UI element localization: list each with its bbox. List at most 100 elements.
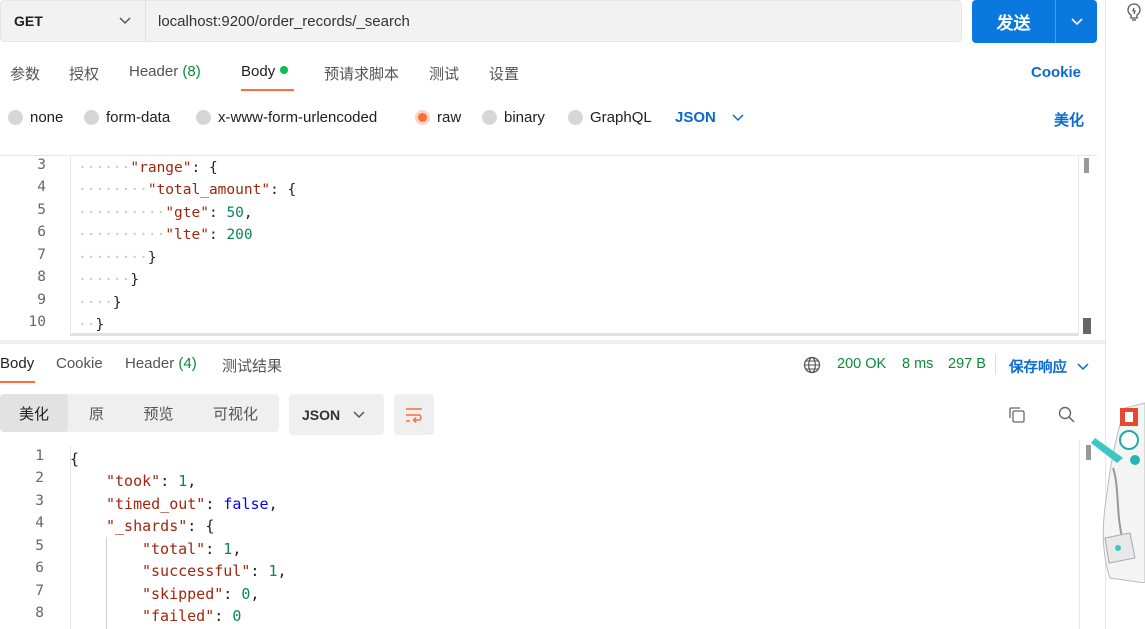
response-line: { (70, 450, 80, 468)
editor-horizontal-scrollbar[interactable] (71, 333, 1078, 336)
active-tab-underline (0, 381, 35, 383)
code-line: ··········"lte": 200 (78, 227, 253, 243)
view-mode-visualize[interactable]: 可视化 (192, 394, 279, 432)
line-number: 7 (35, 583, 44, 599)
method-label: GET (14, 13, 43, 29)
response-format-label: JSON (302, 406, 341, 423)
radio-circle (84, 110, 99, 125)
response-line: "took": 1, (106, 472, 197, 490)
radio-label: raw (437, 109, 462, 126)
tab-params[interactable]: 参数 (10, 63, 40, 84)
copy-icon[interactable] (1007, 405, 1027, 425)
url-input[interactable]: localhost:9200/order_records/_search (146, 1, 961, 41)
response-line: "timed_out": false, (106, 495, 278, 513)
wrap-lines-button[interactable] (394, 394, 434, 435)
response-time[interactable]: 8 ms (902, 356, 933, 372)
radio-circle (482, 110, 497, 125)
response-tab-cookie[interactable]: Cookie (56, 355, 103, 372)
json-value: 1 (223, 540, 233, 558)
radio-graphql[interactable]: GraphQL (568, 109, 652, 126)
response-size[interactable]: 297 B (948, 356, 986, 372)
cookie-link[interactable]: Cookie (1031, 64, 1081, 81)
json-value: 1 (178, 472, 188, 490)
radio-circle (8, 110, 23, 125)
response-tab-body[interactable]: Body (0, 355, 34, 372)
editor-scroll-thumb[interactable] (1084, 158, 1089, 173)
globe-icon[interactable] (803, 356, 821, 374)
code-key: "lte" (165, 227, 209, 243)
code-key: "gte" (165, 205, 209, 221)
body-format-label: JSON (675, 109, 716, 126)
divider (995, 354, 996, 374)
radio-none[interactable]: none (8, 109, 63, 126)
chevron-down-icon (353, 410, 365, 418)
response-line: "_shards": { (106, 517, 215, 535)
view-mode-pretty[interactable]: 美化 (0, 394, 68, 432)
wrap-lines-icon (406, 407, 422, 423)
json-key: "successful" (142, 562, 251, 580)
tab-headers-label: Header (129, 63, 179, 80)
response-line: "failed": 0 (142, 607, 242, 625)
code-line: ······"range": { (78, 160, 218, 176)
radio-raw[interactable]: raw (415, 109, 461, 126)
code-key: "total_amount" (147, 182, 271, 198)
response-line: "skipped": 0, (142, 585, 260, 603)
code-key: "range" (130, 160, 192, 176)
tab-body-label: Body (241, 63, 276, 80)
json-key: "timed_out" (106, 495, 206, 513)
line-number: 4 (35, 515, 44, 531)
json-key: "took" (106, 472, 161, 490)
view-mode-raw[interactable]: 原 (68, 394, 125, 432)
json-key: "_shards" (106, 517, 188, 535)
save-response-label: 保存响应 (1009, 360, 1067, 376)
code-line: ····} (78, 295, 122, 311)
response-line: "total": 1, (142, 540, 242, 558)
method-select[interactable]: GET (1, 1, 146, 41)
radio-x-www-form-urlencoded[interactable]: x-www-form-urlencoded (196, 109, 377, 126)
response-format-select[interactable]: JSON (289, 394, 384, 435)
response-scrollbar[interactable] (1079, 440, 1080, 629)
code-line: ········"total_amount": { (78, 182, 297, 198)
search-icon[interactable] (1057, 405, 1077, 425)
line-number: 9 (37, 292, 46, 308)
code-line: ······} (78, 272, 140, 288)
url-bar: GET localhost:9200/order_records/_search (0, 0, 962, 42)
json-value: 0 (232, 607, 242, 625)
json-value: false (223, 495, 269, 513)
tab-auth[interactable]: 授权 (69, 63, 99, 84)
gutter-divider (70, 156, 71, 336)
tab-headers[interactable]: Header (8) (129, 63, 201, 80)
pane-resize-handle[interactable] (0, 340, 1105, 344)
line-number: 5 (35, 538, 44, 554)
status-code[interactable]: 200 OK (837, 356, 886, 372)
beautify-link[interactable]: 美化 (1054, 109, 1084, 130)
line-number: 2 (35, 470, 44, 486)
radio-label: GraphQL (590, 109, 652, 126)
send-dropdown[interactable] (1056, 0, 1097, 43)
radio-label: form-data (106, 109, 171, 126)
tab-tests[interactable]: 测试 (429, 63, 459, 84)
radio-circle (568, 110, 583, 125)
body-indicator-dot (280, 66, 289, 74)
tab-settings[interactable]: 设置 (489, 63, 519, 84)
line-number: 4 (37, 179, 46, 195)
line-number: 1 (35, 448, 44, 464)
save-response-button[interactable]: 保存响应 (1009, 356, 1089, 377)
radio-form-data[interactable]: form-data (84, 109, 170, 126)
response-tab-test-results[interactable]: 测试结果 (222, 355, 282, 376)
send-button[interactable]: 发送 (972, 0, 1097, 43)
response-tab-headers[interactable]: Header (4) (125, 355, 197, 372)
lightbulb-icon[interactable] (1125, 2, 1143, 22)
view-mode-preview[interactable]: 预览 (125, 394, 192, 432)
editor-scroll-handle[interactable] (1083, 318, 1091, 334)
body-format-select[interactable]: JSON (675, 109, 744, 126)
tab-pre-request-script[interactable]: 预请求脚本 (324, 63, 399, 84)
line-number: 8 (35, 605, 44, 621)
chevron-down-icon (119, 17, 131, 25)
radio-binary[interactable]: binary (482, 109, 545, 126)
response-tab-headers-label: Header (125, 355, 175, 372)
editor-scrollbar[interactable] (1078, 156, 1097, 336)
tab-body[interactable]: Body (241, 63, 289, 80)
send-label[interactable]: 发送 (972, 0, 1056, 43)
line-number: 7 (37, 247, 46, 263)
